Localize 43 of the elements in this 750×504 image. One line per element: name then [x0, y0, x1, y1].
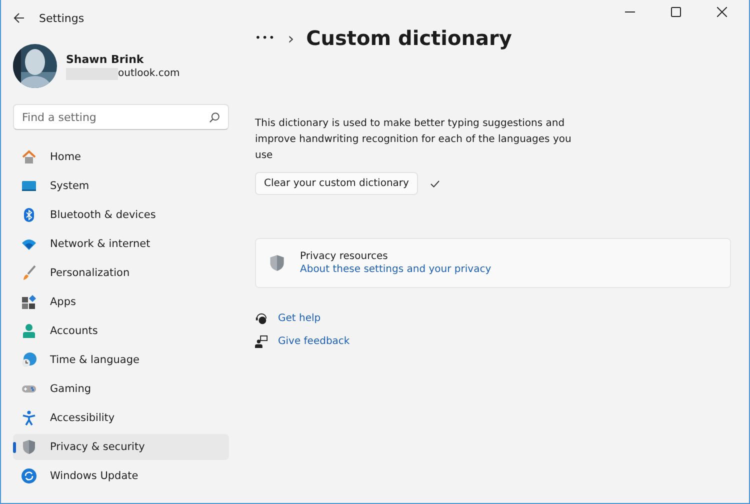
- search-icon: [209, 112, 220, 122]
- apps-icon: [21, 294, 37, 310]
- breadcrumb-separator: ›: [288, 28, 294, 48]
- search-field[interactable]: Find a setting: [13, 104, 229, 130]
- nav-item[interactable]: Home: [13, 144, 229, 170]
- nav-item[interactable]: Accessibility: [13, 405, 229, 431]
- nav-item[interactable]: Personalization: [13, 260, 229, 286]
- nav-item[interactable]: Accounts: [13, 318, 229, 344]
- person-icon: [21, 323, 37, 339]
- description-text: This dictionary is used to make better typing suggestions and improve handwriting recognition for each of the languages you use: [255, 117, 572, 163]
- account-name: Shawn Brink: [66, 52, 145, 66]
- nav-item[interactable]: Gaming: [13, 376, 229, 402]
- house-icon: [21, 149, 37, 165]
- clear-dictionary-button[interactable]: Clear your custom dictionary: [255, 172, 418, 195]
- account-email: outlook.com: [118, 68, 180, 79]
- paintbrush-icon: [21, 265, 37, 281]
- feedback-person-icon: [255, 335, 268, 348]
- window-title: Settings: [39, 12, 84, 24]
- shield-icon: [268, 254, 286, 272]
- maximize-icon[interactable]: [671, 7, 681, 17]
- help-link[interactable]: Give feedback: [278, 336, 350, 347]
- nav-item[interactable]: Time & language: [13, 347, 229, 373]
- monitor-icon: [21, 178, 37, 194]
- nav-item[interactable]: Network & internet: [13, 231, 229, 257]
- shield-icon: [21, 439, 37, 455]
- refresh-icon: [21, 468, 37, 484]
- page-title: Custom dictionary: [306, 26, 512, 50]
- bluetooth-icon: [21, 207, 37, 223]
- more-breadcrumb[interactable]: •••: [255, 32, 276, 44]
- nav-item[interactable]: Privacy & security: [13, 434, 229, 460]
- help-link[interactable]: Get help: [278, 313, 321, 324]
- card-title: Privacy resources: [300, 251, 389, 262]
- accessibility-person-icon: [21, 410, 37, 426]
- selection-indicator: [13, 442, 16, 453]
- nav-item[interactable]: Apps: [13, 289, 229, 315]
- nav-item[interactable]: Windows Update: [13, 463, 229, 489]
- search-input[interactable]: Find a setting: [22, 110, 205, 124]
- nav-item[interactable]: System: [13, 173, 229, 199]
- privacy-link[interactable]: About these settings and your privacy: [300, 264, 492, 275]
- back-arrow-icon[interactable]: [13, 12, 25, 24]
- close-icon[interactable]: [717, 7, 727, 17]
- globe-clock-icon: [21, 352, 37, 368]
- nav-item[interactable]: Bluetooth & devices: [13, 202, 229, 228]
